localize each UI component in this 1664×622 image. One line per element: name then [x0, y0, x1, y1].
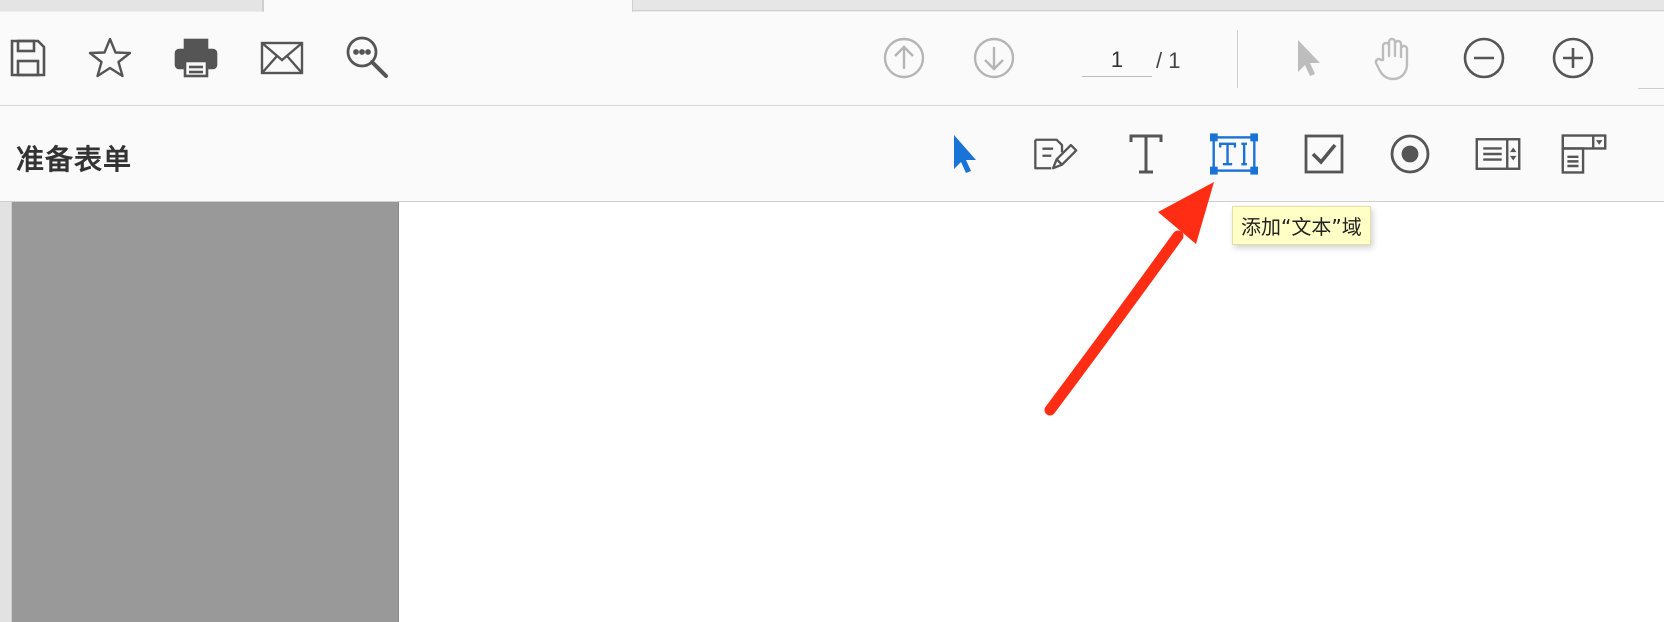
page-total: / 1: [1156, 48, 1181, 73]
hand-icon[interactable]: [1370, 34, 1418, 82]
arrow-up-circle-icon[interactable]: [880, 34, 928, 82]
page-number-input[interactable]: [1082, 44, 1152, 77]
tab-inactive-right[interactable]: [633, 0, 1664, 11]
save-icon[interactable]: [4, 34, 52, 82]
list-box-icon[interactable]: [1474, 130, 1522, 178]
zoom-out-icon[interactable]: [1460, 34, 1508, 82]
document-page[interactable]: [399, 202, 1664, 622]
tab-active[interactable]: [263, 0, 633, 12]
text-field-tooltip: 添加“文本”域: [1232, 206, 1371, 245]
toolbar-edge: [1638, 88, 1664, 89]
print-icon[interactable]: [172, 34, 220, 82]
main-toolbar: / 1: [0, 12, 1664, 106]
text-field-icon[interactable]: [1210, 130, 1258, 178]
radio-button-icon[interactable]: [1386, 130, 1434, 178]
dropdown-icon[interactable]: [1560, 130, 1608, 178]
bookmark-star-icon[interactable]: [86, 34, 134, 82]
edit-form-icon[interactable]: [1030, 130, 1078, 178]
prepare-form-toolbar: 准备表单: [0, 106, 1664, 202]
navigation-pane: [12, 202, 399, 622]
search-comment-icon[interactable]: [344, 34, 392, 82]
checkbox-icon[interactable]: [1300, 130, 1348, 178]
toolbar-divider: [1237, 30, 1238, 88]
tab-inactive-left[interactable]: [0, 0, 263, 11]
zoom-in-icon[interactable]: [1549, 34, 1597, 82]
tab-strip: [0, 0, 1664, 12]
form-toolbar-title: 准备表单: [16, 143, 133, 176]
text-icon[interactable]: [1122, 130, 1170, 178]
arrow-down-circle-icon[interactable]: [970, 34, 1018, 82]
email-icon[interactable]: [258, 34, 306, 82]
left-gutter: [0, 202, 12, 622]
select-arrow-icon[interactable]: [940, 130, 988, 178]
select-arrow-icon[interactable]: [1283, 34, 1331, 82]
